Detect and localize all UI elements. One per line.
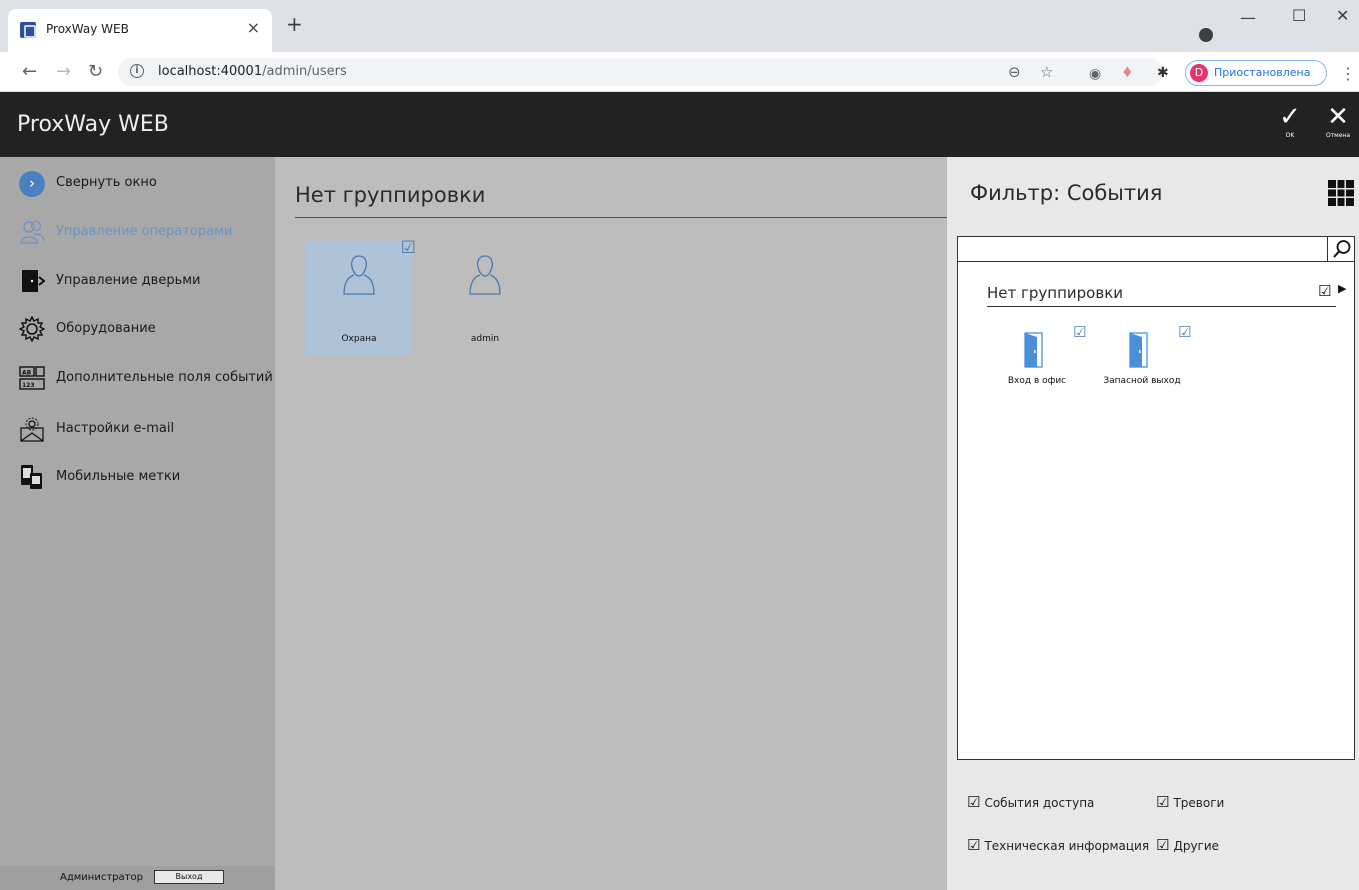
group-divider [295, 217, 947, 218]
checkbox-checked-icon[interactable]: ☑ [1156, 836, 1169, 854]
svg-text:AB: AB [22, 370, 32, 377]
cancel-button[interactable]: ✕ Отмена [1318, 102, 1358, 146]
sidebar-item-collapse[interactable]: › Свернуть окно [0, 163, 275, 203]
browser-tab[interactable]: ProxWay WEB × [8, 9, 272, 52]
door-icon [22, 270, 45, 292]
window-close-button[interactable]: ✕ [1336, 6, 1349, 25]
extension-tag-icon[interactable]: ♦ [1121, 65, 1134, 81]
ok-button[interactable]: ✓ OK [1270, 102, 1310, 146]
group-title: Нет группировки [295, 183, 486, 207]
filter-title: Фильтр: События [970, 181, 1163, 205]
sidebar-item-label: Мобильные метки [56, 469, 181, 484]
checkmark-icon: ✓ [1279, 102, 1301, 132]
browser-tab-bar: ProxWay WEB × + — ☐ ✕ [0, 0, 1359, 52]
address-bar[interactable]: i localhost:40001/admin/users ⊖ ☆ [118, 58, 1163, 86]
sidebar-item-label: Управление операторами [56, 224, 233, 239]
app-header: ProxWay WEB ✓ OK ✕ Отмена [0, 92, 1359, 157]
browser-toolbar: ← → ↻ i localhost:40001/admin/users ⊖ ☆ [0, 52, 1359, 92]
checkbox-checked-icon[interactable]: ☑ [967, 793, 980, 811]
sidebar-item-operators[interactable]: Управление операторами [0, 212, 275, 252]
sidebar: › Свернуть окно Управление операторами У… [0, 157, 275, 890]
option-other[interactable]: ☑ Другие [1156, 836, 1219, 854]
fields-icon: AB 123 [19, 366, 45, 390]
filter-list: Нет группировки ☑ ▶ ☑ Вход в офис ☑ Запа… [957, 262, 1355, 760]
proxway-favicon-icon [20, 22, 36, 38]
filter-panel: Фильтр: События Нет группировки ☑ ▶ ☑ Вх… [947, 157, 1359, 890]
url-text: localhost:40001/admin/users [158, 64, 347, 79]
main-content: Нет группировки ☑ Охрана admin [275, 157, 947, 890]
close-icon: ✕ [1327, 102, 1349, 132]
door-checked-icon[interactable]: ☑ [1178, 323, 1191, 341]
user-tile[interactable]: admin [432, 242, 538, 355]
site-info-icon[interactable]: i [130, 64, 144, 78]
tab-title: ProxWay WEB [46, 22, 129, 36]
option-tech-info[interactable]: ☑ Техническая информация [967, 836, 1149, 854]
tab-close-button[interactable]: × [247, 18, 260, 37]
option-alarms[interactable]: ☑ Тревоги [1156, 793, 1224, 811]
email-settings-icon [20, 417, 44, 442]
sidebar-item-email[interactable]: Настройки e-mail [0, 409, 275, 449]
operators-icon [20, 220, 45, 244]
door-item[interactable]: ☑ Запасной выход [1094, 323, 1191, 394]
expand-arrow-icon[interactable]: ▶ [1338, 282, 1346, 295]
profile-status: Приостановлена [1214, 66, 1311, 79]
search-icon [1333, 240, 1351, 258]
chevron-right-circle-icon: › [19, 171, 45, 197]
tab-search-icon[interactable] [1199, 28, 1213, 42]
search-input[interactable] [958, 237, 1326, 261]
extensions-puzzle-icon[interactable]: ✱ [1157, 65, 1169, 81]
extension-globe-icon[interactable]: ◉ [1089, 66, 1101, 82]
sidebar-item-label: Управление дверьми [56, 273, 201, 288]
profile-avatar: D [1190, 64, 1208, 82]
forward-icon[interactable]: → [56, 61, 71, 82]
sidebar-item-event-fields[interactable]: AB 123 Дополнительные поля событий [0, 358, 275, 398]
bookmark-star-icon[interactable]: ☆ [1040, 63, 1053, 81]
door-checked-icon[interactable]: ☑ [1073, 323, 1086, 341]
svg-text:123: 123 [22, 382, 35, 389]
user-checked-icon[interactable]: ☑ [401, 240, 416, 257]
door-name: Вход в офис [1007, 376, 1067, 386]
group-checkbox[interactable]: ☑ [1318, 282, 1331, 300]
checkbox-checked-icon[interactable]: ☑ [1156, 793, 1169, 811]
profile-chip[interactable]: D Приостановлена [1185, 60, 1327, 86]
maximize-button[interactable]: ☐ [1292, 6, 1306, 25]
door-name: Запасной выход [1103, 376, 1181, 386]
door-icon [1129, 332, 1148, 368]
option-access-events[interactable]: ☑ События доступа [967, 793, 1094, 811]
zoom-icon[interactable]: ⊖ [1008, 63, 1021, 81]
sidebar-item-label: Свернуть окно [56, 175, 157, 190]
minimize-button[interactable]: — [1240, 8, 1256, 27]
sidebar-item-label: Оборудование [56, 321, 156, 336]
filter-search [957, 236, 1355, 262]
app-title: ProxWay WEB [17, 112, 169, 137]
filter-group-divider [987, 306, 1336, 307]
new-tab-button[interactable]: + [286, 14, 303, 34]
browser-menu-icon[interactable]: ⋮ [1340, 64, 1356, 83]
logout-button[interactable]: Выход [154, 870, 224, 884]
user-icon [469, 255, 501, 295]
user-tile[interactable]: ☑ Охрана [306, 240, 416, 355]
sidebar-footer: Администратор Выход [0, 866, 275, 890]
user-icon [343, 255, 375, 295]
current-user-label: Администратор [60, 872, 143, 883]
sidebar-item-mobile-tags[interactable]: Мобильные метки [0, 457, 275, 497]
filter-group-title: Нет группировки [987, 284, 1124, 302]
user-name: admin [470, 334, 500, 344]
sidebar-item-equipment[interactable]: Оборудование [0, 309, 275, 349]
search-button[interactable] [1327, 237, 1355, 261]
sidebar-item-label: Дополнительные поля событий [56, 370, 273, 385]
grid-view-icon[interactable] [1328, 180, 1354, 206]
checkbox-checked-icon[interactable]: ☑ [967, 836, 980, 854]
sidebar-item-label: Настройки e-mail [56, 421, 175, 436]
back-icon[interactable]: ← [22, 61, 37, 82]
door-icon [1024, 332, 1043, 368]
sidebar-item-doors[interactable]: Управление дверьми [0, 261, 275, 301]
door-item[interactable]: ☑ Вход в офис [989, 323, 1087, 394]
gear-icon [19, 316, 45, 342]
reload-icon[interactable]: ↻ [88, 61, 103, 82]
user-name: Охрана [341, 334, 377, 344]
mobile-tags-icon [21, 465, 42, 489]
